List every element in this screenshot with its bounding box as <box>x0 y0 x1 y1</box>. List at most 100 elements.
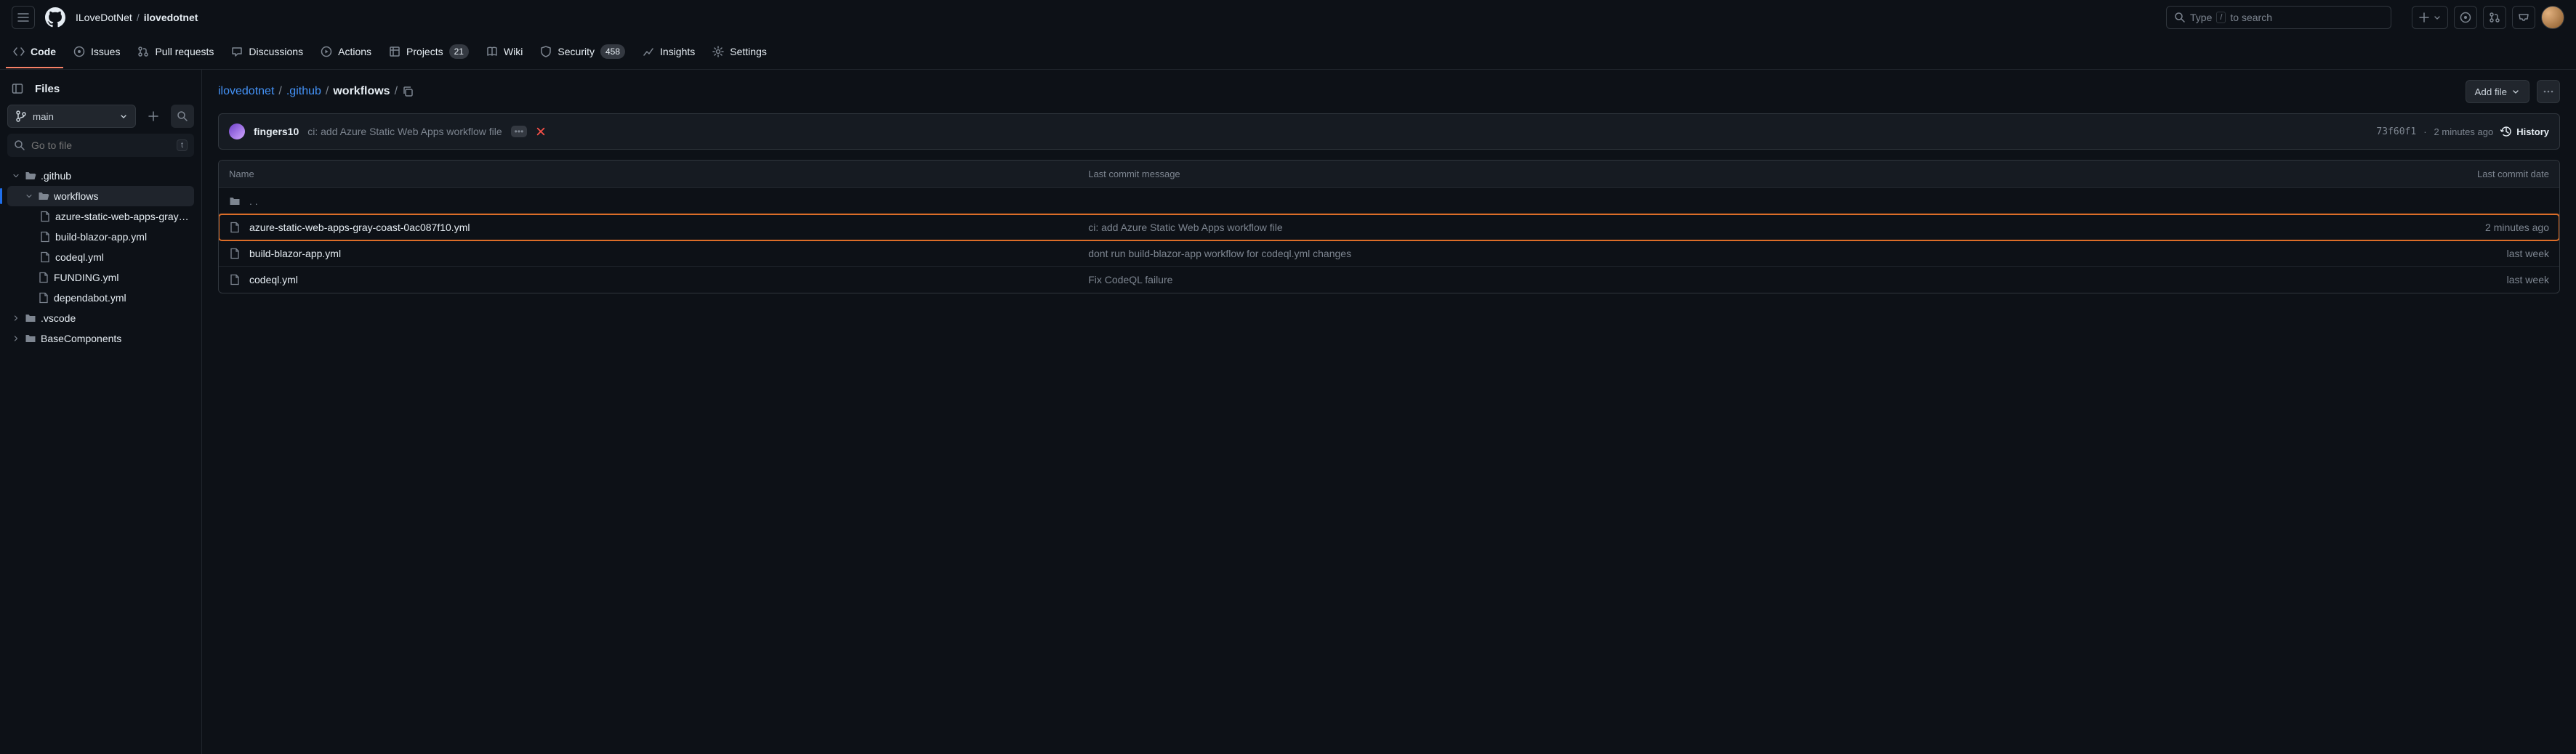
tab-actions-label: Actions <box>338 46 371 57</box>
folder-icon <box>25 333 36 344</box>
file-filter-input[interactable] <box>31 139 171 151</box>
breadcrumb-sep: / <box>137 12 140 23</box>
tab-projects-label: Projects <box>406 46 443 57</box>
file-commit-msg[interactable]: Fix CodeQL failure <box>1088 274 2077 285</box>
chevron-down-icon <box>25 192 33 200</box>
file-icon <box>229 222 241 233</box>
search-input[interactable]: Type / to search <box>2166 6 2391 29</box>
github-logo-icon[interactable] <box>45 7 65 28</box>
tab-wiki[interactable]: Wiki <box>479 36 530 68</box>
file-row[interactable]: codeql.yml Fix CodeQL failure last week <box>219 267 2559 293</box>
collapse-sidebar-button[interactable] <box>7 78 28 99</box>
history-button[interactable]: History <box>2500 126 2549 137</box>
tree-label: build-blazor-app.yml <box>55 231 147 243</box>
tree-label: workflows <box>54 190 98 202</box>
branch-picker[interactable]: main <box>7 105 136 128</box>
tab-security[interactable]: Security 458 <box>533 36 632 68</box>
file-commit-msg[interactable]: ci: add Azure Static Web Apps workflow f… <box>1088 222 2077 233</box>
repo-nav: Code Issues Pull requests Discussions Ac… <box>0 35 2576 70</box>
tree-label: dependabot.yml <box>54 292 126 304</box>
file-commit-msg[interactable]: dont run build-blazor-app workflow for c… <box>1088 248 2077 259</box>
commit-author[interactable]: fingers10 <box>254 126 299 137</box>
hamburger-button[interactable] <box>12 6 35 29</box>
file-icon <box>229 248 241 259</box>
settings-icon <box>712 46 724 57</box>
chevron-right-icon <box>12 314 20 323</box>
chevron-right-icon <box>12 334 20 343</box>
tab-settings[interactable]: Settings <box>705 36 774 68</box>
owner-link[interactable]: ILoveDotNet <box>76 12 132 23</box>
branch-name: main <box>33 111 113 122</box>
tree-label: codeql.yml <box>55 251 104 263</box>
file-filter[interactable]: t <box>7 134 194 157</box>
inbox-button[interactable] <box>2512 6 2535 29</box>
search-sidebar-button[interactable] <box>171 105 194 128</box>
up-directory-row[interactable]: . . <box>219 188 2559 214</box>
tree-file-build[interactable]: build-blazor-app.yml <box>7 227 194 247</box>
commit-message[interactable]: ci: add Azure Static Web Apps workflow f… <box>307 126 502 137</box>
commit-time: 2 minutes ago <box>2434 126 2494 137</box>
file-name[interactable]: azure-static-web-apps-gray-coast-0ac087f… <box>249 222 470 233</box>
file-list-header: Name Last commit message Last commit dat… <box>219 161 2559 188</box>
actions-icon <box>321 46 332 57</box>
col-date: Last commit date <box>2077 169 2549 179</box>
tree-folder-basecomponents[interactable]: BaseComponents <box>7 328 194 349</box>
commit-hash[interactable]: 73f60f1 <box>2376 126 2416 137</box>
more-button[interactable] <box>2537 80 2560 103</box>
tab-pulls-label: Pull requests <box>155 46 214 57</box>
expand-message-button[interactable]: ••• <box>511 126 528 137</box>
tree-folder-vscode[interactable]: .vscode <box>7 308 194 328</box>
discussions-icon <box>231 46 243 57</box>
tab-pulls[interactable]: Pull requests <box>130 36 221 68</box>
col-name: Name <box>229 169 1088 179</box>
projects-count: 21 <box>449 44 469 59</box>
tab-projects[interactable]: Projects 21 <box>382 36 476 68</box>
projects-icon <box>389 46 401 57</box>
col-msg: Last commit message <box>1088 169 2077 179</box>
tree-label: .vscode <box>41 312 76 324</box>
add-file-button[interactable]: Add file <box>2466 80 2529 103</box>
folder-icon <box>25 312 36 324</box>
breadcrumb-root[interactable]: ilovedotnet <box>218 85 274 98</box>
tab-issues[interactable]: Issues <box>66 36 127 68</box>
tab-wiki-label: Wiki <box>504 46 523 57</box>
search-suffix: to search <box>2230 12 2272 23</box>
file-commit-date: 2 minutes ago <box>2077 222 2549 233</box>
pulls-global-button[interactable] <box>2483 6 2506 29</box>
history-label: History <box>2516 126 2549 137</box>
security-icon <box>540 46 552 57</box>
add-file-label: Add file <box>2475 86 2507 97</box>
tab-code-label: Code <box>31 46 56 57</box>
file-row[interactable]: azure-static-web-apps-gray-coast-0ac087f… <box>219 214 2559 240</box>
tab-insights[interactable]: Insights <box>635 36 702 68</box>
file-icon <box>39 251 51 263</box>
user-avatar[interactable] <box>2541 6 2564 29</box>
copy-path-button[interactable] <box>402 86 414 97</box>
file-icon <box>39 231 51 243</box>
tree-label: .github <box>41 170 71 182</box>
last-commit-bar: fingers10 ci: add Azure Static Web Apps … <box>218 113 2560 150</box>
security-count: 458 <box>600 44 625 59</box>
status-fail-icon[interactable] <box>536 126 546 137</box>
tree-file-codeql[interactable]: codeql.yml <box>7 247 194 267</box>
tree-file-azure[interactable]: azure-static-web-apps-gray-c... <box>7 206 194 227</box>
tab-actions[interactable]: Actions <box>313 36 379 68</box>
chevron-down-icon <box>12 171 20 180</box>
tree-file-funding[interactable]: FUNDING.yml <box>7 267 194 288</box>
issues-global-button[interactable] <box>2454 6 2477 29</box>
create-new-button[interactable] <box>2412 6 2448 29</box>
tree-file-dependabot[interactable]: dependabot.yml <box>7 288 194 308</box>
tab-code[interactable]: Code <box>6 36 63 68</box>
repo-link[interactable]: ilovedotnet <box>144 12 198 23</box>
sidebar-title: Files <box>35 83 60 95</box>
commit-avatar[interactable] <box>229 123 245 139</box>
file-name[interactable]: build-blazor-app.yml <box>249 248 341 259</box>
tree-folder-workflows[interactable]: workflows <box>7 186 194 206</box>
tree-folder-github[interactable]: .github <box>7 166 194 186</box>
breadcrumb-github[interactable]: .github <box>286 85 321 98</box>
tab-discussions[interactable]: Discussions <box>224 36 310 68</box>
file-name[interactable]: codeql.yml <box>249 274 298 285</box>
file-icon <box>39 211 51 222</box>
add-file-sidebar-button[interactable] <box>142 105 165 128</box>
file-row[interactable]: build-blazor-app.yml dont run build-blaz… <box>219 240 2559 267</box>
